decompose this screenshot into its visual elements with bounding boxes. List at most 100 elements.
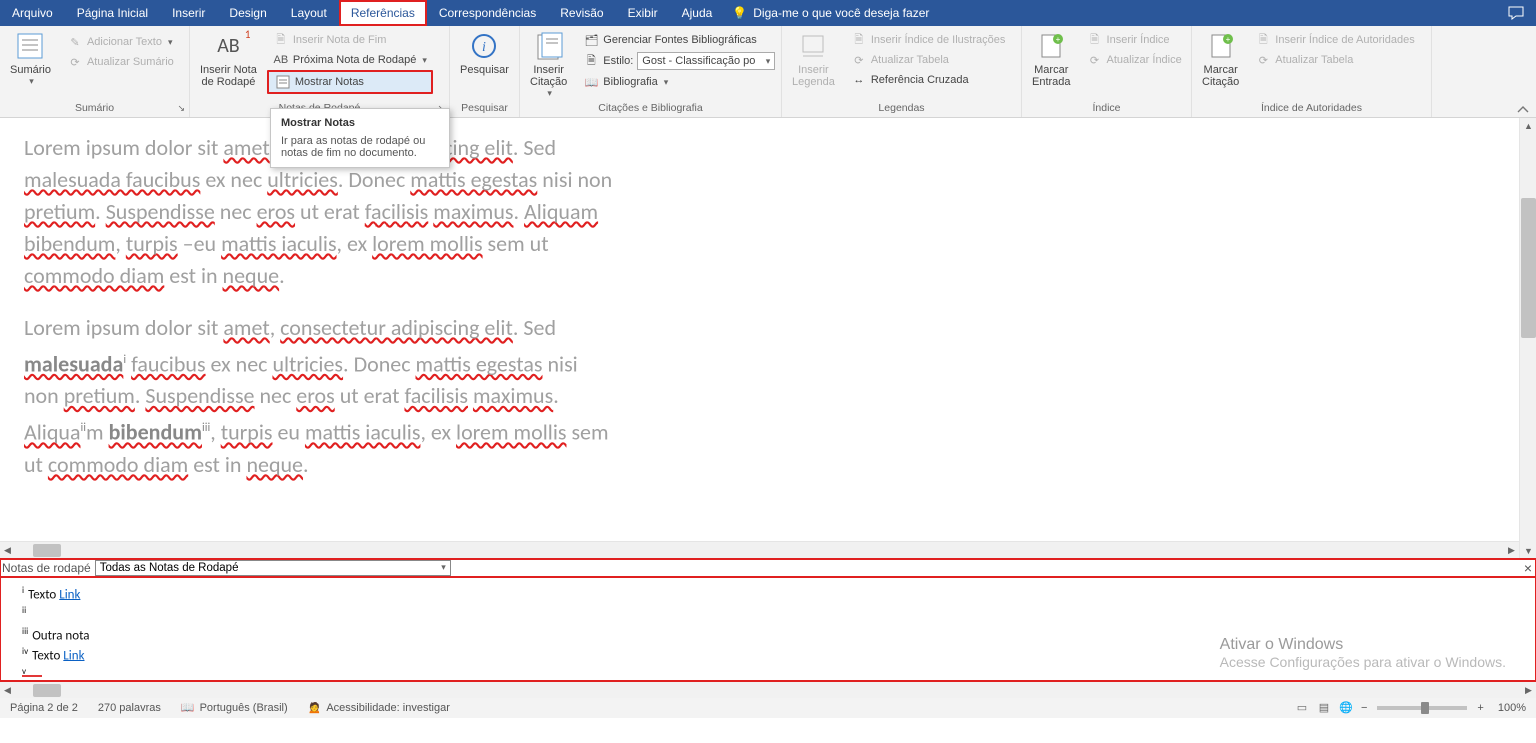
insert-citation-label: Inserir Citação bbox=[530, 64, 567, 88]
bibliography-icon: 📖 bbox=[583, 74, 599, 90]
insert-footnote-button[interactable]: AB1 Inserir Nota de Rodapé bbox=[194, 30, 263, 88]
close-footnotes-pane-button[interactable]: × bbox=[1524, 560, 1532, 576]
status-language[interactable]: 📖 Português (Brasil) bbox=[171, 697, 298, 718]
refresh-icon: ⟳ bbox=[1087, 52, 1103, 68]
chevron-down-icon: ▾ bbox=[422, 55, 427, 66]
scroll-up-arrow-icon[interactable]: ▲ bbox=[1521, 118, 1536, 133]
insert-citation-button[interactable]: Inserir Citação ▾ bbox=[524, 30, 573, 99]
menu-tabs-bar: Arquivo Página Inicial Inserir Design La… bbox=[0, 0, 1536, 26]
dialog-launcher-icon[interactable]: ↘ bbox=[177, 101, 185, 115]
document-body[interactable]: Lorem ipsum dolor sit amet, consectetur … bbox=[0, 118, 640, 515]
insert-figures-index-button[interactable]: 🗎 Inserir Índice de Ilustrações bbox=[845, 30, 1012, 50]
bibliography-button[interactable]: 📖 Bibliografia ▾ bbox=[577, 72, 781, 92]
group-label-legendas: Legendas bbox=[782, 101, 1021, 117]
info-icon: i bbox=[468, 30, 500, 62]
scroll-down-arrow-icon[interactable]: ▼ bbox=[1521, 543, 1536, 558]
toc-icon bbox=[14, 30, 46, 62]
scroll-left-arrow-icon[interactable]: ◀ bbox=[0, 543, 15, 558]
footnote-link-1[interactable]: Link bbox=[59, 587, 80, 602]
chevron-down-icon: ▾ bbox=[547, 88, 552, 99]
footnotes-pane-body[interactable]: iTexto Link ii iiiOutra nota ivTexto Lin… bbox=[0, 577, 1536, 681]
insert-endnote-button[interactable]: 🗎 Inserir Nota de Fim bbox=[267, 30, 433, 50]
scroll-right-arrow-icon[interactable]: ▶ bbox=[1504, 543, 1519, 558]
insert-figures-index-label: Inserir Índice de Ilustrações bbox=[871, 34, 1006, 46]
tab-ajuda[interactable]: Ajuda bbox=[670, 0, 725, 26]
view-print-layout-button[interactable]: ▤ bbox=[1313, 699, 1335, 717]
insert-authorities-index-button[interactable]: 🗎 Inserir Índice de Autoridades bbox=[1249, 30, 1420, 50]
view-read-mode-button[interactable]: ▭ bbox=[1291, 699, 1313, 717]
insert-index-icon: 🗎 bbox=[1087, 32, 1103, 48]
cross-reference-label: Referência Cruzada bbox=[871, 74, 969, 86]
tab-correspondencias[interactable]: Correspondências bbox=[427, 0, 548, 26]
add-text-button[interactable]: ✎ Adicionar Texto ▾ bbox=[61, 32, 180, 52]
vertical-scrollbar[interactable]: ▲ ▼ bbox=[1519, 118, 1536, 558]
horizontal-scrollbar[interactable]: ◀ ▶ bbox=[0, 541, 1519, 558]
collapse-ribbon-button[interactable] bbox=[1516, 105, 1530, 115]
tab-arquivo[interactable]: Arquivo bbox=[0, 0, 65, 26]
refresh-icon: ⟳ bbox=[851, 52, 867, 68]
mark-entry-label: Marcar Entrada bbox=[1032, 64, 1071, 88]
insert-index-button[interactable]: 🗎 Inserir Índice bbox=[1081, 30, 1188, 50]
zoom-in-button[interactable]: + bbox=[1473, 697, 1487, 718]
mark-entry-button[interactable]: + Marcar Entrada bbox=[1026, 30, 1077, 88]
tooltip-body: Ir para as notas de rodapé ou notas de f… bbox=[281, 135, 439, 159]
mark-citation-button[interactable]: + Marcar Citação bbox=[1196, 30, 1245, 88]
status-accessibility[interactable]: 🙍 Acessibilidade: investigar bbox=[298, 697, 460, 718]
vertical-scroll-thumb[interactable] bbox=[1521, 198, 1536, 338]
cross-reference-button[interactable]: ↔ Referência Cruzada bbox=[845, 70, 1012, 90]
zoom-out-button[interactable]: − bbox=[1357, 697, 1371, 718]
tell-me-label: Diga-me o que você deseja fazer bbox=[753, 6, 929, 20]
refresh-icon: ⟳ bbox=[67, 54, 83, 70]
footnote-ab-icon: AB1 bbox=[212, 30, 244, 62]
view-web-layout-button[interactable]: 🌐 bbox=[1335, 699, 1357, 717]
tab-revisao[interactable]: Revisão bbox=[548, 0, 615, 26]
research-button[interactable]: i Pesquisar bbox=[454, 30, 515, 76]
update-authorities-button[interactable]: ⟳ Atualizar Tabela bbox=[1249, 50, 1420, 70]
status-page[interactable]: Página 2 de 2 bbox=[0, 697, 88, 718]
update-index-button[interactable]: ⟳ Atualizar Índice bbox=[1081, 50, 1188, 70]
chevron-down-icon: ▾ bbox=[168, 37, 173, 48]
style-icon: 🗎 bbox=[583, 53, 599, 69]
add-text-icon: ✎ bbox=[67, 34, 83, 50]
tab-design[interactable]: Design bbox=[217, 0, 278, 26]
footnotes-scroll-thumb[interactable] bbox=[33, 684, 61, 697]
add-text-label: Adicionar Texto bbox=[87, 36, 162, 48]
group-label-citacoes: Citações e Bibliografia bbox=[520, 101, 781, 117]
citation-style-combo[interactable]: Gost - Classificação po ▾ bbox=[637, 52, 775, 70]
scroll-right-arrow-icon[interactable]: ▶ bbox=[1521, 683, 1536, 698]
scroll-left-arrow-icon[interactable]: ◀ bbox=[0, 683, 15, 698]
manage-sources-icon: 🗂 bbox=[583, 32, 599, 48]
cross-reference-icon: ↔ bbox=[851, 72, 867, 88]
zoom-level[interactable]: 100% bbox=[1488, 697, 1536, 718]
insert-caption-label: Inserir Legenda bbox=[792, 64, 835, 88]
horizontal-scroll-thumb[interactable] bbox=[33, 544, 61, 557]
group-label-autoridades: Índice de Autoridades bbox=[1192, 101, 1431, 117]
update-toc-button[interactable]: ⟳ Atualizar Sumário bbox=[61, 52, 180, 72]
footnote-link-4[interactable]: Link bbox=[63, 648, 84, 663]
mark-citation-label: Marcar Citação bbox=[1202, 64, 1239, 88]
footnotes-horizontal-scrollbar[interactable]: ◀ ▶ bbox=[0, 681, 1536, 698]
insert-caption-button[interactable]: Inserir Legenda bbox=[786, 30, 841, 88]
authorities-icon: 🗎 bbox=[1255, 32, 1271, 48]
citation-style-row: 🗎 Estilo: Gost - Classificação po ▾ bbox=[577, 50, 781, 72]
status-word-count[interactable]: 270 palavras bbox=[88, 697, 171, 718]
tab-pagina-inicial[interactable]: Página Inicial bbox=[65, 0, 160, 26]
next-footnote-button[interactable]: AB Próxima Nota de Rodapé ▾ bbox=[267, 50, 433, 70]
table-of-contents-button[interactable]: Sumário ▾ bbox=[4, 30, 57, 87]
footnotes-filter-combo[interactable]: Todas as Notas de Rodapé ▾ bbox=[95, 560, 451, 576]
tab-referencias[interactable]: Referências bbox=[339, 0, 427, 26]
comments-icon[interactable] bbox=[1496, 6, 1536, 20]
zoom-slider[interactable] bbox=[1377, 706, 1467, 710]
show-notes-button[interactable]: Mostrar Notas bbox=[267, 70, 433, 94]
insert-footnote-label: Inserir Nota de Rodapé bbox=[200, 64, 257, 88]
tab-layout[interactable]: Layout bbox=[279, 0, 339, 26]
tab-inserir[interactable]: Inserir bbox=[160, 0, 217, 26]
style-value: Gost - Classificação po bbox=[642, 55, 755, 67]
tab-exibir[interactable]: Exibir bbox=[616, 0, 670, 26]
manage-sources-button[interactable]: 🗂 Gerenciar Fontes Bibliográficas bbox=[577, 30, 781, 50]
tell-me-search[interactable]: 💡 Diga-me o que você deseja fazer bbox=[732, 6, 929, 20]
zoom-slider-knob[interactable] bbox=[1421, 702, 1429, 714]
mark-citation-icon: + bbox=[1205, 30, 1237, 62]
update-figures-table-button[interactable]: ⟳ Atualizar Tabela bbox=[845, 50, 1012, 70]
footnote-line-3: iiiOutra nota bbox=[22, 624, 1514, 644]
